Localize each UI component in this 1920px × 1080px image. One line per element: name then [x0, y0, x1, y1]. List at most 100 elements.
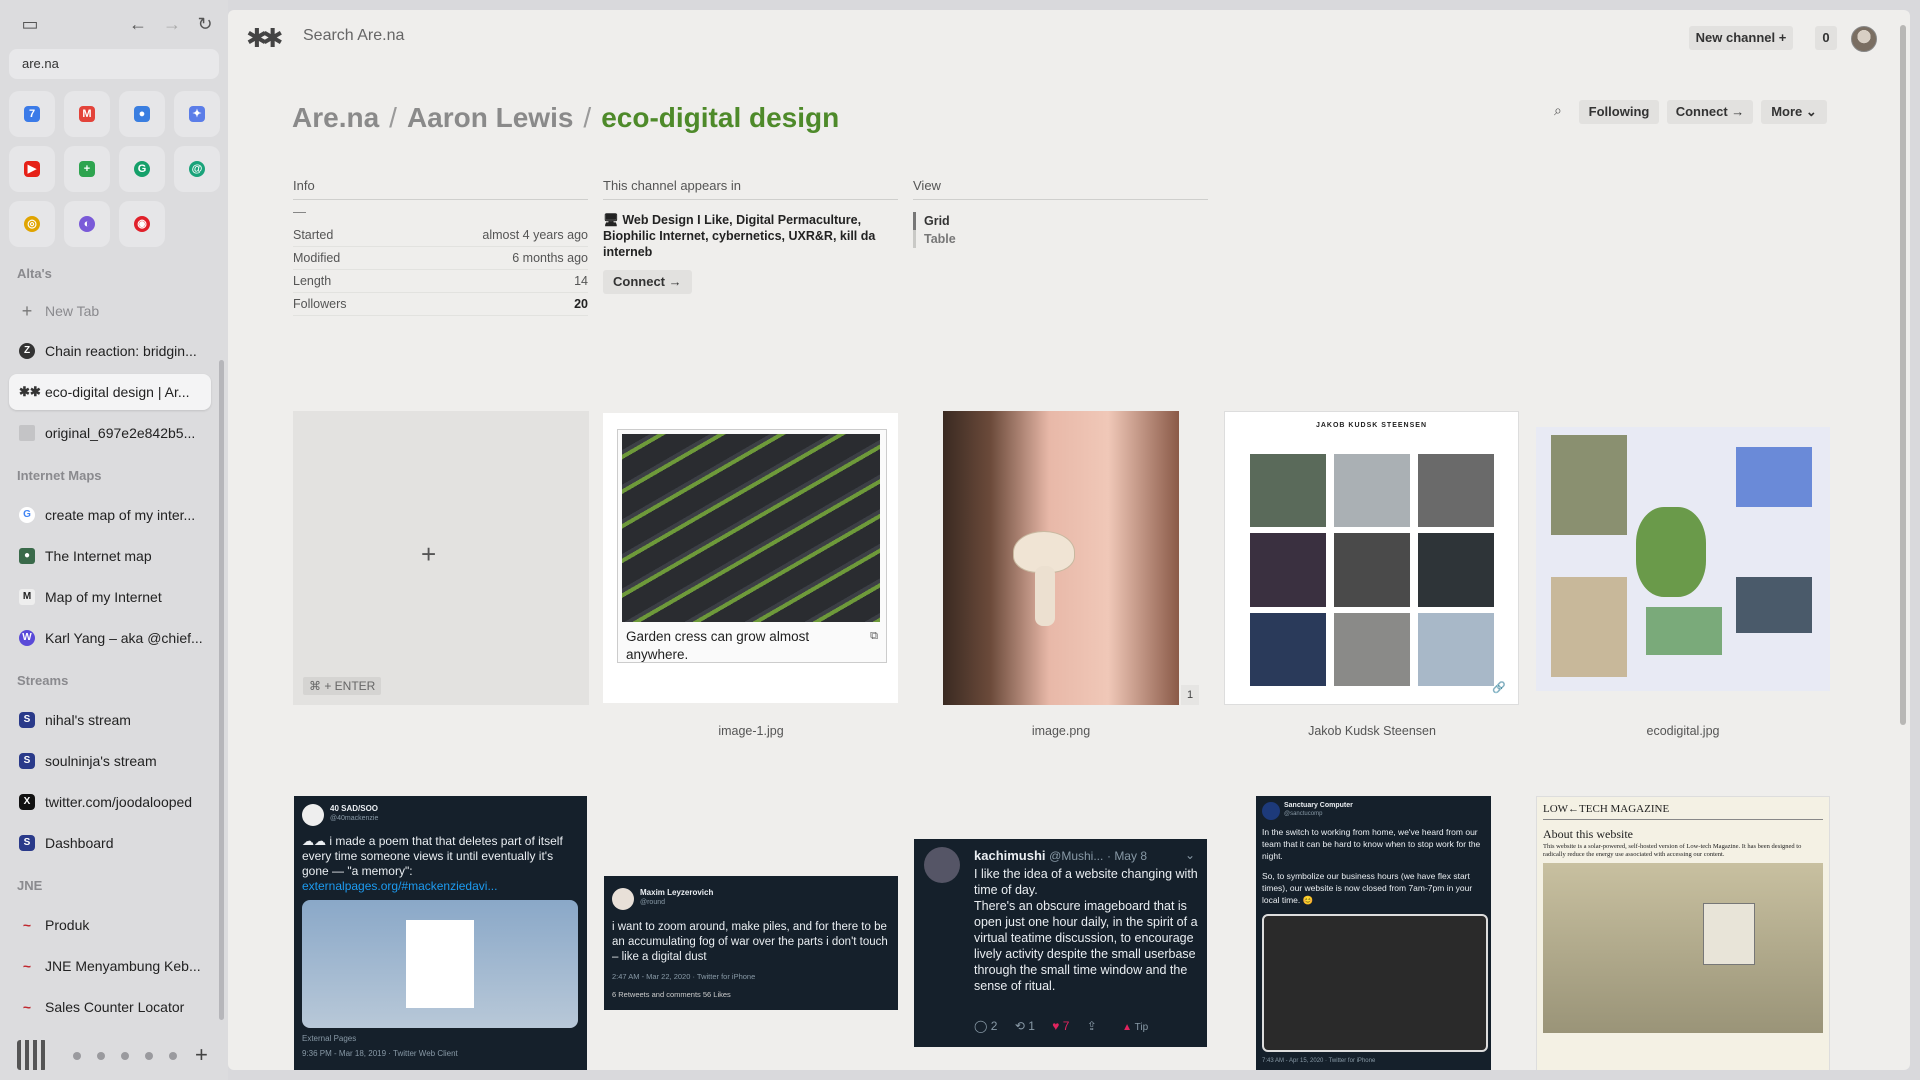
following-button[interactable]: Following [1579, 100, 1659, 124]
space-dot[interactable] [169, 1052, 177, 1060]
breadcrumb-arena[interactable]: Are.na [292, 102, 379, 133]
tab-internet-map[interactable]: ● The Internet map [9, 538, 211, 574]
connect-button[interactable]: Connect → [1667, 100, 1753, 124]
artwork-thumb [1418, 533, 1494, 607]
block-image-1[interactable]: Garden cress can grow almost anywhere. ⧉ [603, 413, 898, 703]
pinned-coin[interactable]: ◎ [9, 201, 55, 247]
pinned-at[interactable]: @ [174, 146, 220, 192]
tip-button[interactable]: ▲ Tip [1122, 1022, 1148, 1033]
info-heading: Info [293, 178, 588, 200]
share-icon[interactable]: ⇪ [1087, 1019, 1097, 1033]
tweet-date: · May 8 [1106, 849, 1147, 863]
add-space-icon[interactable]: + [195, 1042, 208, 1068]
page-scrollbar[interactable] [1900, 25, 1906, 725]
pinned-cloud[interactable]: ● [119, 91, 165, 137]
breadcrumb-user[interactable]: Aaron Lewis [407, 102, 573, 133]
device-shape [1703, 903, 1755, 965]
tab-eco-digital-design[interactable]: ✱✱ eco-digital design | Ar... [9, 374, 211, 410]
reply-count: 2 [990, 1019, 998, 1033]
tab-original-image[interactable]: original_697e2e842b5... [9, 415, 211, 451]
space-dot[interactable] [145, 1052, 153, 1060]
space-thumbnail-icon[interactable] [17, 1040, 47, 1070]
pinned-record[interactable]: ◉ [119, 201, 165, 247]
tab-label: Map of my Internet [45, 589, 162, 605]
block-tweet-zoom[interactable]: Maxim Leyzerovich @round i want to zoom … [604, 876, 898, 1010]
sidebar-toggle-icon[interactable]: ▭ [18, 12, 42, 36]
new-tab-button[interactable]: + New Tab [9, 293, 211, 329]
tab-create-map[interactable]: G create map of my inter... [9, 497, 211, 533]
block-tweet-poem[interactable]: 40 SAD/SOO @40mackenzie ☁☁ i made a poem… [294, 796, 587, 1070]
block-tweet-sanctuary[interactable]: Sanctuary Computer @sanctucomp In the sw… [1256, 796, 1491, 1070]
channel-search-icon[interactable]: ⌕ [1554, 102, 1562, 119]
tab-dashboard[interactable]: S Dashboard [9, 825, 211, 861]
pinned-sheets[interactable]: + [64, 146, 110, 192]
tab-soulninjas-stream[interactable]: S soulninja's stream [9, 743, 211, 779]
block-tweet-kachimushi[interactable]: kachimushi @Mushi... · May 8 ⌄ I like th… [914, 839, 1207, 1047]
pinned-grammarly[interactable]: G [119, 146, 165, 192]
tweet-text: I like the idea of a website changing wi… [974, 866, 1199, 994]
chevron-down-icon[interactable]: ⌄ [1185, 848, 1195, 862]
tab-karl-yang[interactable]: W Karl Yang – aka @chief... [9, 620, 211, 656]
reload-icon[interactable]: ↻ [193, 12, 217, 36]
space-dot[interactable] [121, 1052, 129, 1060]
channel-description: — [293, 204, 306, 219]
collage-photo [1736, 577, 1812, 633]
tweet-header: kachimushi @Mushi... · May 8 [974, 848, 1147, 863]
sidebar-scrollbar[interactable] [219, 360, 224, 1020]
orbit-icon: ◐ [79, 216, 95, 232]
search-input[interactable]: Search Are.na [303, 27, 404, 45]
notification-count[interactable]: 0 [1815, 26, 1837, 50]
view-grid-option[interactable]: Grid [913, 212, 1208, 230]
block-title: image-1.jpg [718, 724, 784, 738]
tab-label: Chain reaction: bridgin... [45, 343, 197, 359]
comment-count-badge[interactable]: 1 [1181, 685, 1199, 705]
pinned-sparkle[interactable]: ✦ [174, 91, 220, 137]
space-dot[interactable] [73, 1052, 81, 1060]
tweet-text: In the switch to working from home, we'v… [1262, 826, 1484, 906]
new-tab-label: New Tab [45, 303, 100, 319]
heart-icon[interactable]: ♥ [1052, 1019, 1059, 1033]
more-button[interactable]: More ⌄ [1761, 100, 1827, 124]
tab-produk[interactable]: ~ Produk [9, 907, 211, 943]
tab-map-of-my-internet[interactable]: M Map of my Internet [9, 579, 211, 615]
expand-icon[interactable]: ⧉ [870, 630, 878, 643]
followers-count[interactable]: 20 [574, 293, 588, 315]
add-block-tile[interactable]: + ⌘ + ENTER [293, 411, 589, 705]
tab-twitter-joodalooped[interactable]: X twitter.com/joodalooped [9, 784, 211, 820]
pinned-calendar[interactable]: 7 [9, 91, 55, 137]
retweet-icon[interactable]: ⟲ [1015, 1019, 1025, 1033]
plus-icon: + [421, 539, 437, 569]
block-jakob-kudsk-steensen[interactable]: JAKOB KUDSK STEENSEN 🔗 [1224, 411, 1519, 705]
channel-link[interactable]: Web Design I Like [622, 213, 729, 227]
magazine-title: LOW←TECH MAGAZINE [1543, 803, 1670, 815]
block-ecodigital[interactable] [1536, 427, 1830, 691]
block-low-tech-magazine[interactable]: LOW←TECH MAGAZINE About this website Thi… [1536, 796, 1830, 1070]
pinned-orbit[interactable]: ◐ [64, 201, 110, 247]
channel-link[interactable]: cybernetics [712, 229, 781, 243]
tab-jne-menyambung[interactable]: ~ JNE Menyambung Keb... [9, 948, 211, 984]
webring-icon: W [19, 630, 35, 646]
link-icon: 🔗 [1492, 682, 1506, 694]
back-arrow-icon[interactable]: ← [126, 12, 150, 36]
space-dot[interactable] [97, 1052, 105, 1060]
avatar[interactable] [1851, 26, 1877, 52]
pinned-gmail[interactable]: M [64, 91, 110, 137]
channel-link[interactable]: Digital Permaculture [736, 213, 858, 227]
tab-nihals-stream[interactable]: S nihal's stream [9, 702, 211, 738]
block-image-png[interactable] [943, 411, 1179, 705]
pinned-youtube[interactable]: ▶ [9, 146, 55, 192]
forward-arrow-icon[interactable]: → [160, 12, 184, 36]
new-channel-button[interactable]: New channel + [1689, 26, 1793, 50]
tweet-link[interactable]: externalpages.org/#mackenziedavi... [302, 879, 497, 893]
view-table-option[interactable]: Table [913, 230, 1208, 248]
channel-link[interactable]: Biophilic Internet [603, 229, 705, 243]
channel-link[interactable]: UXR&R [788, 229, 832, 243]
arena-logo-icon[interactable]: ✱✱ [246, 23, 283, 54]
tab-chain-reaction[interactable]: Z Chain reaction: bridgin... [9, 333, 211, 369]
url-bar[interactable]: are.na [9, 49, 219, 79]
collage-floppy [1736, 447, 1812, 507]
connect-channel-button[interactable]: Connect → [603, 270, 692, 294]
reply-icon[interactable]: ◯ [974, 1019, 987, 1033]
tab-sales-counter-locator[interactable]: ~ Sales Counter Locator [9, 989, 211, 1025]
avatar [924, 847, 960, 883]
